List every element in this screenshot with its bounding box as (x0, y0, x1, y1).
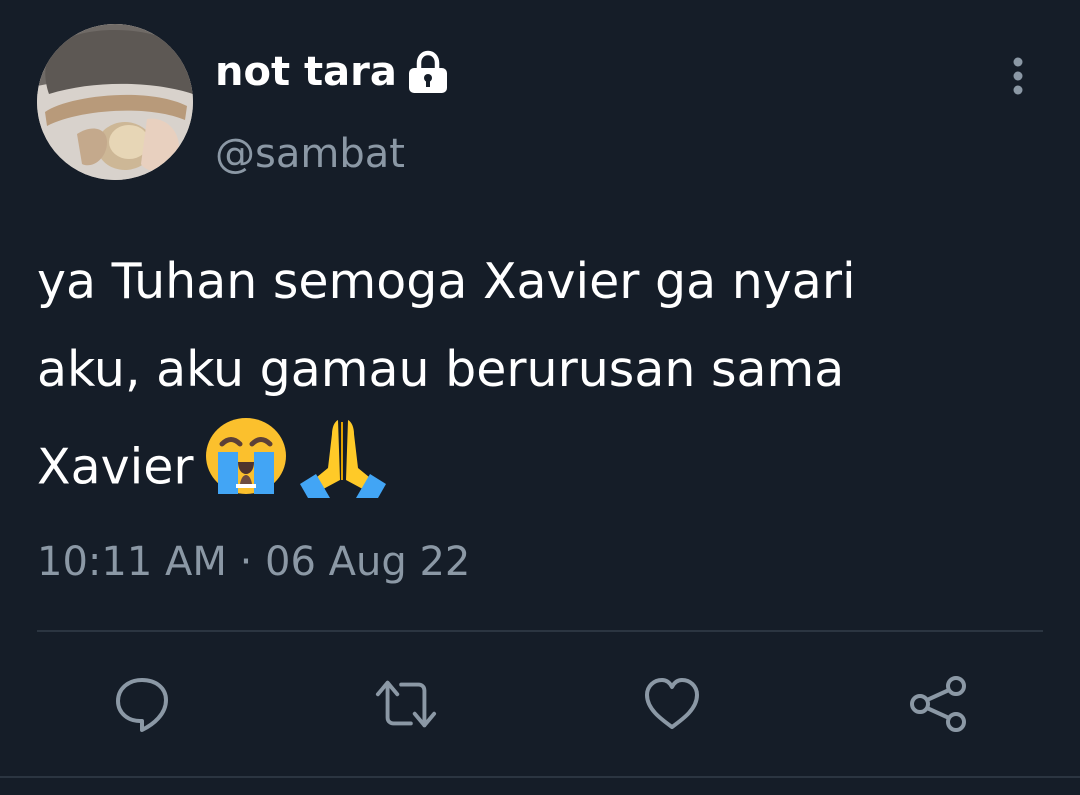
tweet-text-line: aku, aku gamau berurusan sama (37, 341, 845, 398)
tweet-text-line: ya Tuhan semoga Xavier ga nyari (37, 253, 856, 310)
display-name-row[interactable]: not tara (215, 48, 451, 96)
retweet-icon (375, 680, 437, 728)
loudly-crying-face-emoji (202, 414, 290, 526)
avatar-photo (37, 24, 193, 180)
tweet-timestamp[interactable]: 10:11 AM · 06 Aug 22 (37, 536, 470, 588)
reply-icon (116, 678, 168, 732)
more-options-button[interactable] (998, 52, 1038, 100)
share-button[interactable] (906, 672, 970, 736)
tweet-text: ya Tuhan semoga Xavier ga nyari aku, aku… (37, 238, 1037, 526)
retweet-button[interactable] (374, 672, 438, 736)
lock-icon (405, 49, 451, 95)
like-button[interactable] (640, 672, 704, 736)
share-icon (910, 676, 966, 732)
tweet-date: 06 Aug 22 (265, 539, 471, 585)
tweet-time: 10:11 AM (37, 539, 227, 585)
meta-separator: · (239, 539, 253, 585)
tweet-action-bar (0, 672, 1080, 736)
reply-button[interactable] (110, 672, 174, 736)
user-handle[interactable]: @sambat (215, 128, 405, 180)
divider (37, 630, 1043, 632)
tweet-detail-view: not tara @sambat ya Tuhan semoga Xavier … (0, 0, 1080, 795)
tweet-text-line-last: Xavier (37, 414, 1037, 526)
divider (0, 776, 1080, 778)
display-name[interactable]: not tara (215, 48, 397, 96)
avatar[interactable] (37, 24, 193, 180)
more-vertical-icon (1013, 57, 1023, 95)
heart-icon (645, 678, 699, 729)
folded-hands-emoji (298, 414, 388, 526)
tweet-text-fragment: Xavier (37, 438, 194, 496)
